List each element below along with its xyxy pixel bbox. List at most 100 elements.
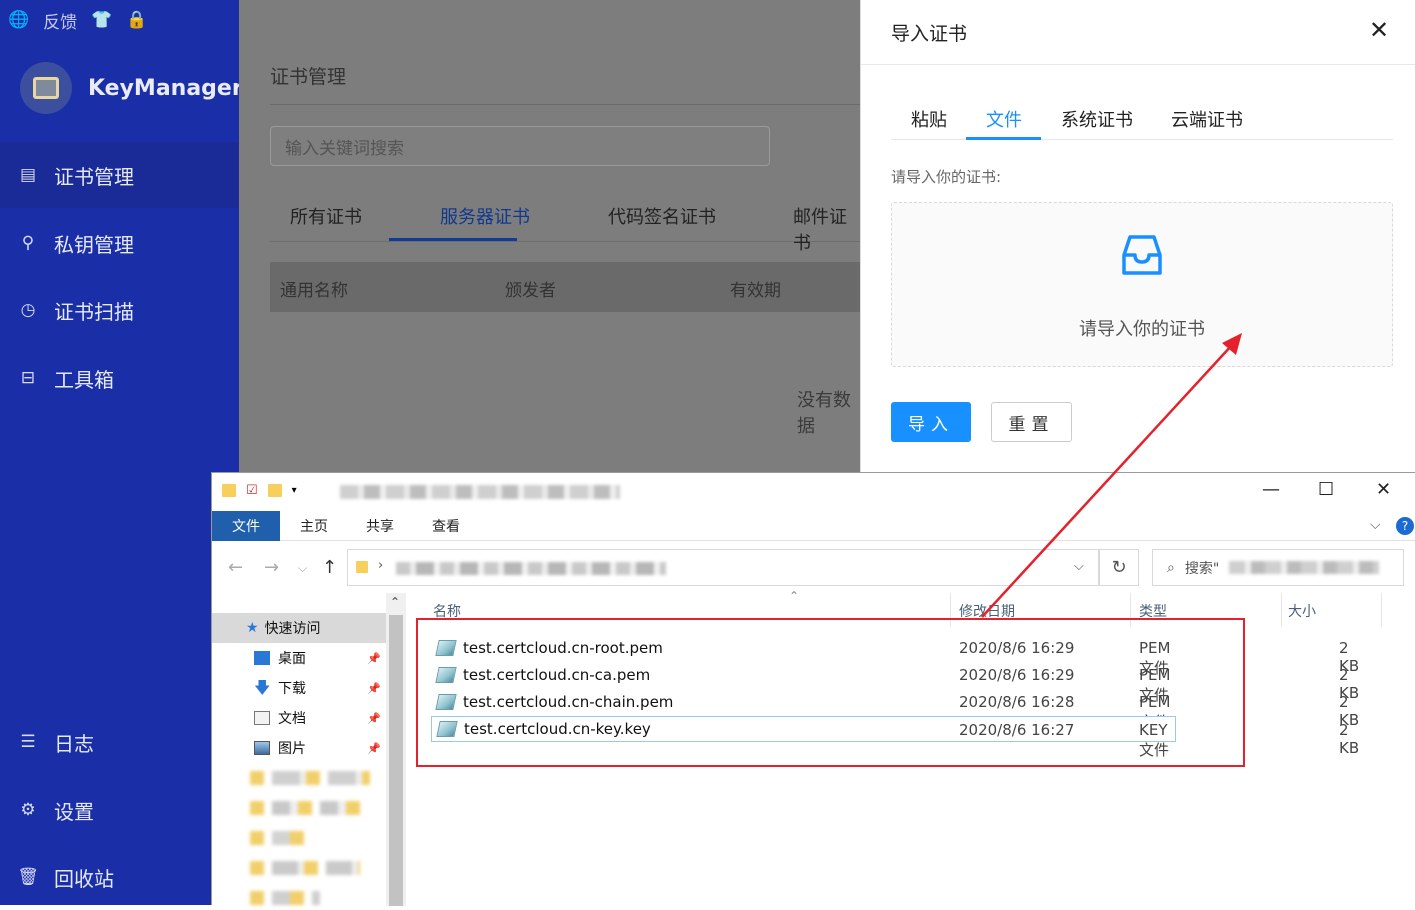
sidebar-item-label: 回收站 xyxy=(54,866,114,891)
customize-toolbar-icon[interactable]: ▾ xyxy=(292,485,297,496)
document-icon xyxy=(254,711,270,725)
pin-icon: 📌 xyxy=(367,711,381,725)
ribbon-tab-home[interactable]: 主页 xyxy=(292,511,336,541)
pin-icon: 📌 xyxy=(367,741,381,755)
column-issuer[interactable]: 颁发者 xyxy=(505,276,556,301)
close-window-icon[interactable]: ✕ xyxy=(1376,479,1391,500)
address-bar[interactable]: › ⌵ xyxy=(347,549,1099,586)
pin-icon: 📌 xyxy=(367,681,381,695)
feedback-link[interactable]: 反馈 xyxy=(43,8,77,33)
certificate-icon: ▤ xyxy=(19,165,37,185)
key-icon: ⚲ xyxy=(21,233,35,253)
tab-cloud-cert[interactable]: 云端证书 xyxy=(1171,106,1243,132)
sidebar-topbar: 🌐 反馈 👕 🔒 xyxy=(0,0,239,40)
ribbon-tab-view[interactable]: 查看 xyxy=(424,511,468,541)
reset-button[interactable]: 重置 xyxy=(991,402,1072,442)
nav-item-redacted[interactable] xyxy=(250,831,310,845)
import-button[interactable]: 导入 xyxy=(891,402,971,442)
lock-icon[interactable]: 🔒 xyxy=(126,10,147,30)
sidebar-item-log[interactable]: ☰ 日志 xyxy=(0,709,239,775)
sidebar-item-trash[interactable]: 🗑 回收站 xyxy=(0,844,239,910)
sidebar-item-toolbox[interactable]: ⊟ 工具箱 xyxy=(0,345,239,411)
sort-arrow-icon: ⌃ xyxy=(789,589,800,603)
address-dropdown-icon[interactable]: ⌵ xyxy=(1074,559,1084,574)
ribbon-expand-icon[interactable]: ⌵ xyxy=(1370,517,1381,533)
column-separator xyxy=(1381,593,1382,627)
scroll-thumb[interactable] xyxy=(389,615,403,906)
shirt-icon[interactable]: 👕 xyxy=(91,10,112,30)
up-arrow-icon[interactable]: ↑ xyxy=(322,557,337,578)
nav-item-redacted[interactable] xyxy=(250,891,320,905)
trash-icon: 🗑 xyxy=(17,867,39,887)
breadcrumb-chevron-icon: › xyxy=(378,558,384,573)
tab-email-certs[interactable]: 邮件证书 xyxy=(793,203,860,255)
close-icon[interactable]: ✕ xyxy=(1369,16,1389,44)
new-folder-icon[interactable] xyxy=(267,484,282,497)
active-tab-indicator xyxy=(389,238,517,241)
explorer-titlebar: ☑ ▾ — ☐ ✕ xyxy=(212,473,1415,511)
nav-pane-scrollbar[interactable]: ⌃ xyxy=(386,593,406,906)
folder-icon xyxy=(222,484,236,497)
minimize-icon[interactable]: — xyxy=(1262,479,1280,500)
tab-code-signing-certs[interactable]: 代码签名证书 xyxy=(608,203,716,229)
nav-desktop[interactable]: 桌面 📌 xyxy=(212,643,386,673)
sidebar-item-cert-scan[interactable]: ◷ 证书扫描 xyxy=(0,277,239,343)
sidebar-item-cert-management[interactable]: ▤ 证书管理 xyxy=(0,142,239,208)
nav-downloads[interactable]: 🡇 下载 📌 xyxy=(212,673,386,703)
picture-icon xyxy=(254,741,270,755)
address-row: ← → ⌵ ↑ › ⌵ ↻ ⌕ 搜索" xyxy=(212,547,1415,587)
globe-icon[interactable]: 🌐 xyxy=(8,10,29,30)
ribbon-tab-share[interactable]: 共享 xyxy=(358,511,402,541)
tab-all-certs[interactable]: 所有证书 xyxy=(290,203,362,229)
nav-pictures[interactable]: 图片 📌 xyxy=(212,733,386,763)
help-icon[interactable]: ? xyxy=(1396,517,1414,535)
tab-system-cert[interactable]: 系统证书 xyxy=(1061,106,1133,132)
download-icon: 🡇 xyxy=(254,678,271,697)
nav-label: 快速访问 xyxy=(264,621,321,637)
nav-documents[interactable]: 文档 📌 xyxy=(212,703,386,733)
app-logo xyxy=(20,62,72,114)
navigation-pane: ★ 快速访问 桌面 📌 🡇 下载 📌 文档 📌 图片 📌 xyxy=(212,593,408,906)
sidebar-item-settings[interactable]: ⚙ 设置 xyxy=(0,777,239,843)
tab-file[interactable]: 文件 xyxy=(986,106,1022,132)
sidebar-item-key-management[interactable]: ⚲ 私钥管理 xyxy=(0,210,239,276)
nav-item-redacted[interactable] xyxy=(250,861,360,875)
column-validity[interactable]: 有效期 xyxy=(730,276,781,301)
tab-paste[interactable]: 粘贴 xyxy=(911,106,947,132)
drawer-header-divider xyxy=(861,64,1415,65)
tab-server-certs[interactable]: 服务器证书 xyxy=(440,203,530,229)
sidebar-item-label: 设置 xyxy=(54,799,94,824)
ribbon-tab-file[interactable]: 文件 xyxy=(212,511,280,541)
nav-label: 桌面 xyxy=(278,651,306,667)
active-tab-indicator xyxy=(966,137,1041,140)
properties-icon[interactable]: ☑ xyxy=(246,483,258,498)
sidebar-item-label: 私钥管理 xyxy=(54,232,134,257)
import-method-tabs: 粘贴 文件 系统证书 云端证书 xyxy=(891,96,1393,140)
import-hint-label: 请导入你的证书: xyxy=(891,168,1002,186)
search-input[interactable]: 输入关键词搜索 xyxy=(270,126,770,166)
drawer-title: 导入证书 xyxy=(891,23,968,45)
pin-icon: 📌 xyxy=(367,651,381,665)
log-icon: ☰ xyxy=(20,732,36,752)
explorer-search-input[interactable]: ⌕ 搜索" xyxy=(1152,549,1404,586)
nav-item-redacted[interactable] xyxy=(250,801,368,815)
nav-quick-access[interactable]: ★ 快速访问 xyxy=(212,613,386,643)
nav-item-redacted[interactable] xyxy=(250,771,370,785)
file-drop-zone[interactable]: 请导入你的证书 xyxy=(891,202,1393,367)
column-size[interactable]: 大小 xyxy=(1288,601,1316,621)
nav-label: 文档 xyxy=(278,711,306,727)
address-path-redacted xyxy=(396,562,666,575)
column-separator xyxy=(1281,593,1282,627)
scroll-up-icon[interactable]: ⌃ xyxy=(390,595,400,609)
forward-arrow-icon[interactable]: → xyxy=(264,557,279,578)
back-arrow-icon[interactable]: ← xyxy=(228,557,243,578)
column-common-name[interactable]: 通用名称 xyxy=(280,276,348,301)
cert-type-tabs: 所有证书 服务器证书 代码签名证书 邮件证书 xyxy=(270,200,860,254)
page-title: 证书管理 xyxy=(270,66,347,88)
import-cert-drawer: 导入证书 ✕ 粘贴 文件 系统证书 云端证书 请导入你的证书: 请导入你的证书 … xyxy=(860,0,1415,472)
refresh-icon[interactable]: ↻ xyxy=(1099,549,1139,586)
recent-chevron-icon[interactable]: ⌵ xyxy=(298,561,307,576)
quick-access-toolbar: ☑ ▾ xyxy=(222,483,297,498)
maximize-icon[interactable]: ☐ xyxy=(1318,479,1334,500)
inbox-icon xyxy=(1122,235,1162,275)
